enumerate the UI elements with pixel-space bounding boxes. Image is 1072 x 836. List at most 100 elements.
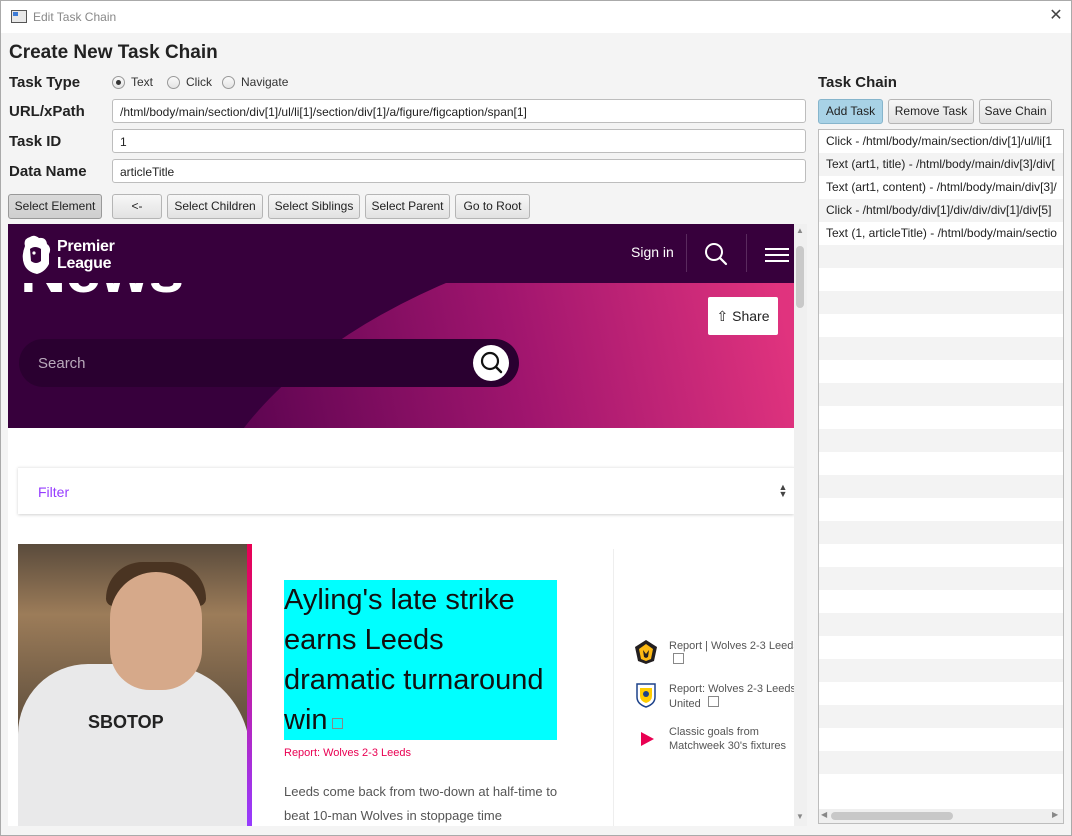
related-divider bbox=[613, 549, 614, 826]
task-chain-item[interactable]: Click - /html/body/main/section/div[1]/u… bbox=[819, 130, 1063, 153]
select-siblings-button[interactable]: Select Siblings bbox=[268, 194, 360, 219]
task-chain-empty-row bbox=[819, 728, 1063, 751]
select-parent-button[interactable]: Select Parent bbox=[365, 194, 450, 219]
data-name-field[interactable]: articleTitle bbox=[112, 159, 806, 183]
radio-selected-icon bbox=[112, 75, 125, 89]
task-chain-empty-row bbox=[819, 659, 1063, 682]
radio-text[interactable]: Text bbox=[112, 74, 153, 90]
task-chain-item[interactable]: Text (art1, content) - /html/body/main/d… bbox=[819, 176, 1063, 199]
scrollbar-thumb[interactable] bbox=[796, 246, 804, 308]
article-summary: Leeds come back from two-down at half-ti… bbox=[284, 784, 558, 823]
task-chain-empty-row bbox=[819, 337, 1063, 360]
header-divider bbox=[686, 234, 687, 272]
header-search-icon[interactable] bbox=[704, 242, 728, 266]
close-icon[interactable]: ✕ bbox=[1045, 5, 1067, 27]
task-chain-empty-row bbox=[819, 705, 1063, 728]
task-chain-empty-row bbox=[819, 498, 1063, 521]
related-item-text: Report: Wolves 2-3 Leeds United bbox=[669, 683, 796, 710]
task-chain-empty-row bbox=[819, 406, 1063, 429]
select-element-button[interactable]: Select Element bbox=[8, 194, 102, 219]
external-link-icon bbox=[673, 653, 684, 664]
radio-text-label: Text bbox=[131, 75, 154, 89]
task-chain-item[interactable]: Click - /html/body/div[1]/div/div/div[1]… bbox=[819, 199, 1063, 222]
photo-player-head bbox=[110, 572, 202, 690]
radio-click-label: Click bbox=[186, 75, 212, 89]
task-list-hscrollbar[interactable]: ◀ ▶ bbox=[819, 809, 1063, 823]
back-button[interactable]: <- bbox=[112, 194, 162, 219]
task-chain-empty-row bbox=[819, 245, 1063, 268]
search-icon bbox=[480, 351, 503, 374]
scroll-left-icon[interactable]: ◀ bbox=[821, 810, 827, 819]
remove-task-button[interactable]: Remove Task bbox=[888, 99, 974, 124]
play-icon bbox=[641, 732, 654, 746]
radio-navigate[interactable]: Navigate bbox=[222, 74, 288, 90]
search-button[interactable] bbox=[473, 345, 509, 381]
task-chain-empty-row bbox=[819, 475, 1063, 498]
save-chain-button[interactable]: Save Chain bbox=[979, 99, 1052, 124]
task-chain-title: Task Chain bbox=[818, 74, 897, 91]
task-chain-empty-row bbox=[819, 613, 1063, 636]
share-button[interactable]: ⇧ Share bbox=[708, 297, 778, 335]
filter-label: Filter bbox=[38, 484, 70, 500]
data-name-label: Data Name bbox=[9, 163, 87, 180]
task-chain-empty-row bbox=[819, 682, 1063, 705]
task-chain-empty-row bbox=[819, 774, 1063, 797]
radio-navigate-label: Navigate bbox=[241, 75, 289, 89]
task-chain-empty-row bbox=[819, 452, 1063, 475]
scrollbar-thumb[interactable] bbox=[831, 812, 953, 820]
task-chain-empty-row bbox=[819, 590, 1063, 613]
radio-unselected-icon bbox=[222, 75, 235, 89]
scroll-up-icon[interactable]: ▲ bbox=[796, 226, 804, 236]
embedded-webview[interactable]: News ⇧ Share Search Premier League Sign … bbox=[8, 224, 807, 826]
photo-accent-bar bbox=[247, 544, 252, 826]
task-chain-empty-row bbox=[819, 429, 1063, 452]
article-photo[interactable]: SBOTOP bbox=[18, 544, 252, 826]
scroll-down-icon[interactable]: ▼ bbox=[796, 812, 804, 822]
task-chain-empty-row bbox=[819, 314, 1063, 337]
task-chain-item[interactable]: Text (1, articleTitle) - /html/body/main… bbox=[819, 222, 1063, 245]
task-chain-empty-row bbox=[819, 521, 1063, 544]
add-task-button[interactable]: Add Task bbox=[818, 99, 883, 124]
leeds-crest-icon bbox=[636, 683, 656, 708]
radio-click[interactable]: Click bbox=[167, 74, 212, 90]
task-chain-item[interactable]: Text (art1, title) - /html/body/main/div… bbox=[819, 153, 1063, 176]
url-label: URL/xPath bbox=[9, 103, 85, 120]
search-bar[interactable]: Search bbox=[19, 339, 519, 387]
task-chain-empty-row bbox=[819, 268, 1063, 291]
title-bar: Edit Task Chain ✕ bbox=[1, 1, 1071, 33]
header-divider bbox=[746, 234, 747, 272]
scroll-right-icon[interactable]: ▶ bbox=[1052, 810, 1058, 819]
task-chain-empty-row bbox=[819, 544, 1063, 567]
task-id-field[interactable]: 1 bbox=[112, 129, 806, 153]
photo-player-shirt bbox=[18, 664, 250, 826]
webview-scrollbar[interactable]: ▲ ▼ bbox=[794, 224, 807, 826]
share-icon: ⇧ bbox=[716, 308, 729, 324]
related-item-text: Classic goals from Matchweek 30's fixtur… bbox=[669, 726, 787, 752]
related-item-text: Report | Wolves 2-3 Leeds bbox=[669, 640, 799, 652]
go-to-root-button[interactable]: Go to Root bbox=[455, 194, 530, 219]
task-chain-empty-row bbox=[819, 383, 1063, 406]
report-link[interactable]: Report: Wolves 2-3 Leeds bbox=[284, 747, 411, 759]
sign-in-link[interactable]: Sign in bbox=[631, 244, 674, 260]
window-icon bbox=[11, 10, 27, 23]
share-label: Share bbox=[732, 308, 770, 324]
task-id-label: Task ID bbox=[9, 133, 62, 150]
task-chain-empty-row bbox=[819, 567, 1063, 590]
url-field[interactable]: /html/body/main/section/div[1]/ul/li[1]/… bbox=[112, 99, 806, 123]
task-chain-empty-row bbox=[819, 360, 1063, 383]
external-link-icon bbox=[331, 718, 343, 729]
premier-league-lion-logo[interactable] bbox=[19, 234, 53, 276]
menu-icon[interactable] bbox=[765, 248, 789, 262]
photo-shirt-sponsor: SBOTOP bbox=[88, 712, 164, 732]
brand-name-line1: Premier bbox=[57, 238, 115, 255]
filter-dropdown[interactable]: Filter ▲ ▼ bbox=[18, 467, 794, 514]
task-chain-empty-row bbox=[819, 291, 1063, 314]
external-link-icon bbox=[707, 696, 719, 707]
article-headline-highlight[interactable]: Ayling's late strike earns Leeds dramati… bbox=[284, 580, 557, 740]
task-chain-list[interactable]: Click - /html/body/main/section/div[1]/u… bbox=[818, 129, 1064, 824]
article-headline: Ayling's late strike earns Leeds dramati… bbox=[284, 584, 544, 736]
brand-name-line2: League bbox=[57, 255, 112, 272]
task-type-label: Task Type bbox=[9, 74, 81, 91]
select-children-button[interactable]: Select Children bbox=[167, 194, 263, 219]
wolves-crest-icon bbox=[635, 640, 657, 664]
